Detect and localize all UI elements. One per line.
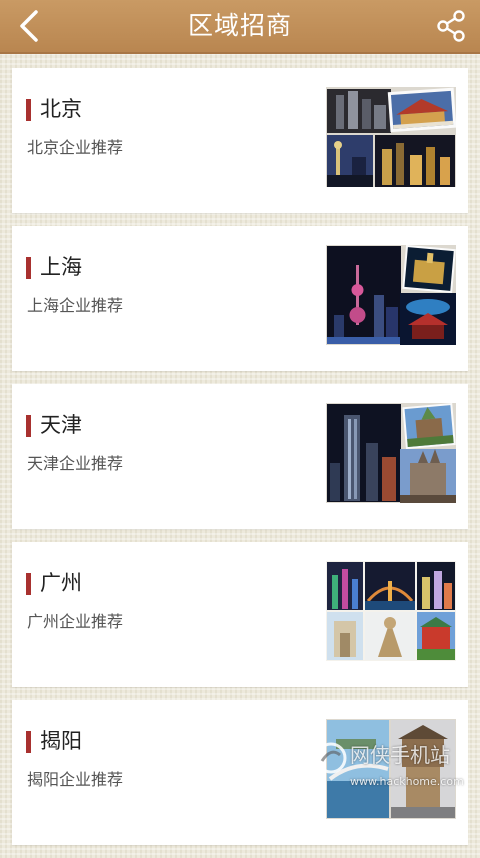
region-photo-collage — [326, 87, 456, 187]
share-button[interactable] — [430, 5, 472, 47]
region-photo-collage — [326, 719, 456, 819]
region-card-beijing[interactable]: 北京 北京企业推荐 — [12, 68, 468, 213]
accent-bar — [26, 573, 31, 595]
region-title: 广州 — [40, 571, 82, 595]
region-subtitle: 北京企业推荐 — [27, 138, 124, 157]
accent-bar — [26, 731, 31, 753]
region-card-shanghai[interactable]: 上海 上海企业推荐 — [12, 226, 468, 371]
top-bar: 区域招商 — [0, 0, 480, 54]
accent-bar — [26, 257, 31, 279]
region-photo-collage — [326, 403, 456, 503]
region-subtitle: 广州企业推荐 — [27, 612, 124, 631]
region-photo-collage — [326, 245, 456, 345]
region-title: 上海 — [40, 255, 82, 279]
region-card-tianjin[interactable]: 天津 天津企业推荐 — [12, 384, 468, 529]
region-card-jieyang[interactable]: 揭阳 揭阳企业推荐 — [12, 700, 468, 845]
region-subtitle: 上海企业推荐 — [27, 296, 124, 315]
region-card-guangzhou[interactable]: 广州 广州企业推荐 — [12, 542, 468, 687]
share-icon — [437, 10, 465, 42]
region-subtitle: 揭阳企业推荐 — [27, 770, 124, 789]
accent-bar — [26, 415, 31, 437]
region-title: 揭阳 — [40, 729, 82, 753]
region-title: 北京 — [40, 97, 82, 121]
region-title: 天津 — [40, 413, 82, 437]
region-subtitle: 天津企业推荐 — [27, 454, 124, 473]
region-photo-collage — [326, 561, 456, 661]
accent-bar — [26, 99, 31, 121]
page-title: 区域招商 — [187, 11, 292, 40]
region-list: 北京 北京企业推荐 上海 上海企业推荐 天津 天津企业推荐 广州 广州企业推荐 … — [12, 68, 468, 858]
